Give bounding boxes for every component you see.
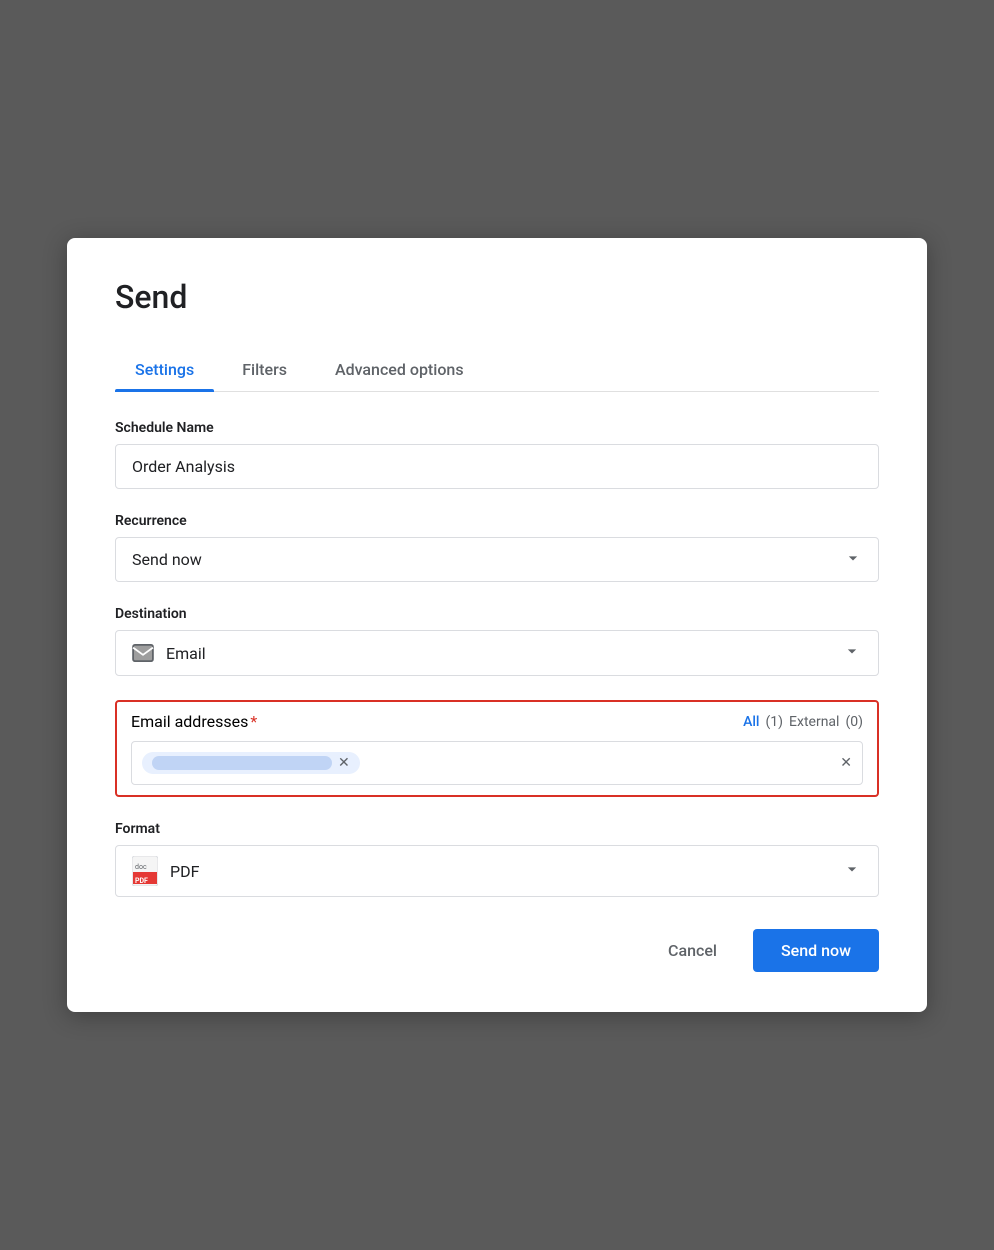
format-value: PDF bbox=[170, 862, 842, 881]
email-chips-input[interactable]: ✕ ✕ bbox=[131, 741, 863, 785]
dialog-footer: Cancel Send now bbox=[115, 929, 879, 972]
recurrence-select[interactable]: Send now bbox=[115, 537, 879, 582]
send-now-button[interactable]: Send now bbox=[753, 929, 879, 972]
tabs-bar: Settings Filters Advanced options bbox=[115, 348, 879, 392]
filter-all-count: (1) bbox=[766, 714, 784, 730]
schedule-name-group: Schedule Name bbox=[115, 420, 879, 489]
tab-advanced-options[interactable]: Advanced options bbox=[315, 348, 484, 391]
email-filter-links: All (1) External (0) bbox=[743, 714, 863, 730]
cancel-button[interactable]: Cancel bbox=[648, 931, 737, 970]
format-select[interactable]: PDF doc PDF bbox=[115, 845, 879, 897]
mail-icon bbox=[132, 644, 154, 662]
format-chevron-icon bbox=[842, 859, 862, 883]
chip-text-blurred bbox=[152, 756, 332, 770]
recurrence-group: Recurrence Send now bbox=[115, 513, 879, 582]
filter-external-link[interactable]: External bbox=[789, 714, 839, 730]
destination-label: Destination bbox=[115, 606, 879, 622]
destination-group: Destination Email bbox=[115, 606, 879, 676]
email-input-close-button[interactable]: ✕ bbox=[840, 755, 852, 771]
schedule-name-input[interactable] bbox=[115, 444, 879, 489]
email-addresses-group: Email addresses* All (1) External (0) ✕ … bbox=[115, 700, 879, 797]
destination-chevron-icon bbox=[842, 641, 862, 665]
filter-all-link[interactable]: All bbox=[743, 714, 759, 730]
tab-settings[interactable]: Settings bbox=[115, 348, 214, 391]
destination-value: Email bbox=[166, 644, 842, 663]
filter-external-count: (0) bbox=[845, 714, 863, 730]
dialog-backdrop: Send Settings Filters Advanced options S… bbox=[0, 0, 994, 1250]
recurrence-select-wrapper: Send now bbox=[115, 537, 879, 582]
required-star: * bbox=[250, 712, 257, 731]
pdf-icon: PDF doc bbox=[132, 856, 158, 886]
recurrence-label: Recurrence bbox=[115, 513, 879, 529]
chip-close-button[interactable]: ✕ bbox=[338, 756, 350, 770]
email-header-row: Email addresses* All (1) External (0) bbox=[131, 712, 863, 731]
tab-filters[interactable]: Filters bbox=[222, 348, 307, 391]
send-dialog: Send Settings Filters Advanced options S… bbox=[67, 238, 927, 1012]
email-chip: ✕ bbox=[142, 752, 360, 774]
format-group: Format PDF doc PDF bbox=[115, 821, 879, 897]
format-label: Format bbox=[115, 821, 879, 837]
destination-select[interactable]: Email bbox=[115, 630, 879, 676]
dialog-title: Send bbox=[115, 278, 879, 316]
email-addresses-label: Email addresses* bbox=[131, 712, 257, 731]
svg-text:PDF: PDF bbox=[135, 877, 148, 885]
schedule-name-label: Schedule Name bbox=[115, 420, 879, 436]
svg-text:doc: doc bbox=[135, 863, 147, 871]
